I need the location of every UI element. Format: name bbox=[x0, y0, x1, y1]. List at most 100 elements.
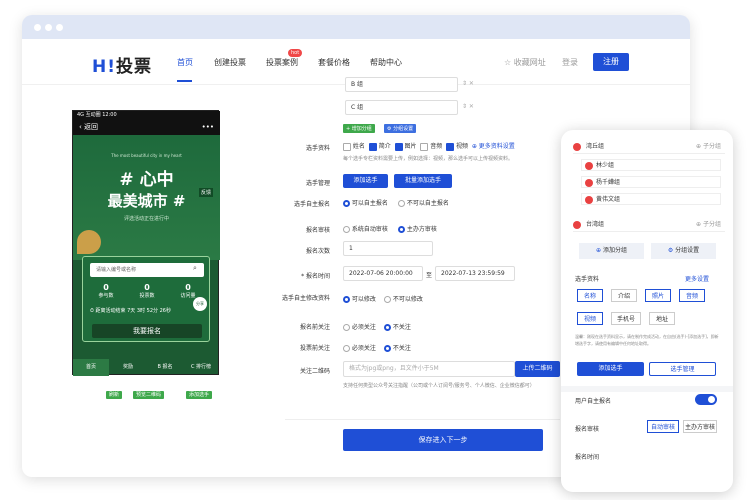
field-video-option[interactable]: 视频 bbox=[446, 142, 468, 151]
review-host-tag[interactable]: 主办方审核 bbox=[683, 420, 717, 433]
remove-icon[interactable] bbox=[573, 142, 581, 151]
mobile-time-label: 报名时间 bbox=[575, 454, 600, 461]
group-row[interactable]: 湾丘组 ⊕ 子分组 bbox=[573, 140, 725, 154]
group-input[interactable]: C 组 bbox=[345, 100, 458, 115]
nav-pricing[interactable]: 套餐价格 bbox=[318, 57, 350, 68]
countdown: ⏱ 距离活动结束 7天 3时 52分 26秒 bbox=[90, 308, 171, 314]
share-button[interactable]: 分享 bbox=[193, 297, 207, 311]
divider bbox=[561, 386, 733, 392]
tag-address[interactable]: 地址 bbox=[649, 312, 675, 325]
star-icon: ☆ bbox=[504, 58, 512, 67]
signup-button[interactable]: 我要报名 bbox=[92, 324, 202, 338]
edit-no[interactable]: 不可以修改 bbox=[384, 294, 423, 303]
favorite-link[interactable]: ☆ 收藏网址 bbox=[504, 57, 546, 68]
phone-tab-reward[interactable]: 奖励 bbox=[110, 359, 146, 376]
phone-tab-home[interactable]: 首页 bbox=[73, 359, 109, 376]
field-image-option[interactable]: 图片 bbox=[394, 142, 416, 151]
follow-none[interactable]: 不关注 bbox=[384, 322, 411, 331]
poster: The most beautiful city in my heart # 心中… bbox=[73, 135, 220, 260]
refresh-button[interactable]: 刷新 bbox=[106, 391, 123, 399]
nav-help[interactable]: 帮助中心 bbox=[370, 57, 402, 68]
field-checkboxes: 姓名 简介 图片 音频 视频 ⊕ 更多资料设置 bbox=[343, 141, 563, 151]
logo[interactable]: H!投票 bbox=[92, 52, 152, 77]
remove-icon[interactable] bbox=[585, 179, 593, 187]
review-auto-tag[interactable]: 自动审核 bbox=[647, 420, 679, 433]
upload-qr-button[interactable]: 上传二维码 bbox=[515, 361, 560, 377]
vote-follow-none[interactable]: 不关注 bbox=[384, 343, 411, 352]
plus-icon: ⊕ bbox=[596, 247, 603, 254]
qr-label: 关注二维码 bbox=[299, 368, 330, 375]
batch-add-button[interactable]: 批量添加选手 bbox=[394, 174, 452, 188]
contest-info-label: 选手资料 bbox=[305, 145, 330, 152]
leaf-decoration bbox=[77, 230, 101, 254]
nav-cases[interactable]: 投票案例 bbox=[266, 57, 298, 68]
self-reg-toggle[interactable] bbox=[695, 394, 717, 405]
self-reg-yes[interactable]: 可以自主报名 bbox=[343, 198, 388, 207]
member-row[interactable]: 黄伟文组 bbox=[581, 193, 721, 205]
window-dot[interactable] bbox=[45, 24, 52, 31]
poster-title-1: # 心中 bbox=[119, 170, 174, 190]
field-name-option[interactable]: 姓名 bbox=[343, 142, 365, 151]
phone-search-input[interactable]: 请输入编号或名称 bbox=[90, 263, 204, 277]
remove-icon[interactable] bbox=[585, 196, 593, 204]
tag-phone[interactable]: 手机号 bbox=[611, 312, 641, 325]
preview-qr-button[interactable]: 预览二维码 bbox=[133, 391, 165, 399]
member-row[interactable]: 杨千嬅组 bbox=[581, 176, 721, 188]
field-intro-option[interactable]: 简介 bbox=[368, 142, 391, 151]
search-icon[interactable]: ⌕ bbox=[193, 264, 197, 273]
mobile-add-group-button[interactable]: ⊕ 添加分组 bbox=[579, 243, 644, 259]
add-player-button[interactable]: 添加选手 bbox=[343, 174, 388, 188]
tag-photo[interactable]: 照片 bbox=[645, 289, 671, 302]
field-audio-option[interactable]: 音频 bbox=[420, 142, 442, 151]
tag-intro[interactable]: 介绍 bbox=[611, 289, 637, 302]
subgroup-link[interactable]: ⊕ 子分组 bbox=[696, 140, 721, 154]
mobile-group-settings-button[interactable]: ⚙ 分组设置 bbox=[651, 243, 716, 259]
mobile-manage-player-button[interactable]: 选手管理 bbox=[649, 362, 716, 376]
mobile-add-player-button[interactable]: 添加选手 bbox=[577, 362, 644, 376]
subgroup-link[interactable]: ⊕ 子分组 bbox=[696, 218, 721, 232]
edit-label: 选手自主修改资料 bbox=[281, 295, 330, 302]
tag-audio[interactable]: 音频 bbox=[679, 289, 705, 302]
range-separator: 至 bbox=[426, 272, 433, 279]
tag-name[interactable]: 名称 bbox=[577, 289, 603, 302]
phone-tab-signup[interactable]: B 报名 bbox=[147, 359, 183, 376]
group-input[interactable]: B 组 bbox=[345, 77, 458, 92]
self-reg-no[interactable]: 不可以自主报名 bbox=[398, 198, 449, 207]
review-auto[interactable]: 系统自动审核 bbox=[343, 224, 388, 233]
more-icon[interactable]: ••• bbox=[202, 119, 214, 135]
mobile-more-settings[interactable]: 更多设置 bbox=[685, 274, 709, 283]
window-dot[interactable] bbox=[56, 24, 63, 31]
phone-tab-rank[interactable]: C 排行榜 bbox=[183, 359, 219, 376]
fields-hint: 每个选手专栏资料需要上传，例如选择：视频，那么选手可以上传视频资料。 bbox=[343, 156, 514, 162]
remove-icon[interactable] bbox=[573, 220, 581, 229]
start-time-input[interactable]: 2022-07-06 20:00:00 bbox=[343, 266, 423, 281]
register-button[interactable]: 注册 bbox=[593, 53, 629, 71]
add-player-mini-button[interactable]: 添加选手 bbox=[186, 391, 213, 399]
save-next-button[interactable]: 保存进入下一步 bbox=[343, 429, 543, 451]
back-label[interactable]: 返回 bbox=[84, 123, 98, 131]
nav-active-indicator bbox=[177, 80, 192, 82]
add-group-button[interactable]: + 增加分组 bbox=[343, 124, 375, 133]
times-input[interactable]: 1 bbox=[343, 241, 433, 256]
login-link[interactable]: 登录 bbox=[562, 57, 578, 68]
remove-icon[interactable] bbox=[585, 162, 593, 170]
more-fields-link[interactable]: ⊕ 更多资料设置 bbox=[472, 143, 515, 150]
nav-home[interactable]: 首页 bbox=[177, 57, 193, 68]
nav-create[interactable]: 创建投票 bbox=[214, 57, 246, 68]
member-row[interactable]: 林少组 bbox=[581, 159, 721, 171]
end-time-input[interactable]: 2022-07-13 23:59:59 bbox=[435, 266, 515, 281]
mobile-review-label: 报名审核 bbox=[575, 426, 600, 433]
group-settings-button[interactable]: ⚙ 分组设置 bbox=[384, 124, 417, 133]
phone-status-bar: 4G 互动圈 12:00 bbox=[73, 111, 220, 119]
tag-video[interactable]: 视频 bbox=[577, 312, 603, 325]
vote-follow-must[interactable]: 必须关注 bbox=[343, 343, 376, 352]
drag-icon[interactable]: ⇕ ✕ bbox=[462, 80, 474, 87]
feedback-button[interactable]: 反馈 bbox=[199, 188, 214, 197]
window-dot[interactable] bbox=[34, 24, 41, 31]
follow-must[interactable]: 必须关注 bbox=[343, 322, 376, 331]
drag-icon[interactable]: ⇕ ✕ bbox=[462, 103, 474, 110]
review-host[interactable]: 主办方审核 bbox=[398, 224, 437, 233]
edit-yes[interactable]: 可以修改 bbox=[343, 294, 376, 303]
group-row[interactable]: 台湾组 ⊕ 子分组 bbox=[573, 218, 725, 232]
qr-input[interactable]: 格式为jpg或png，且文件小于5M bbox=[343, 361, 515, 377]
